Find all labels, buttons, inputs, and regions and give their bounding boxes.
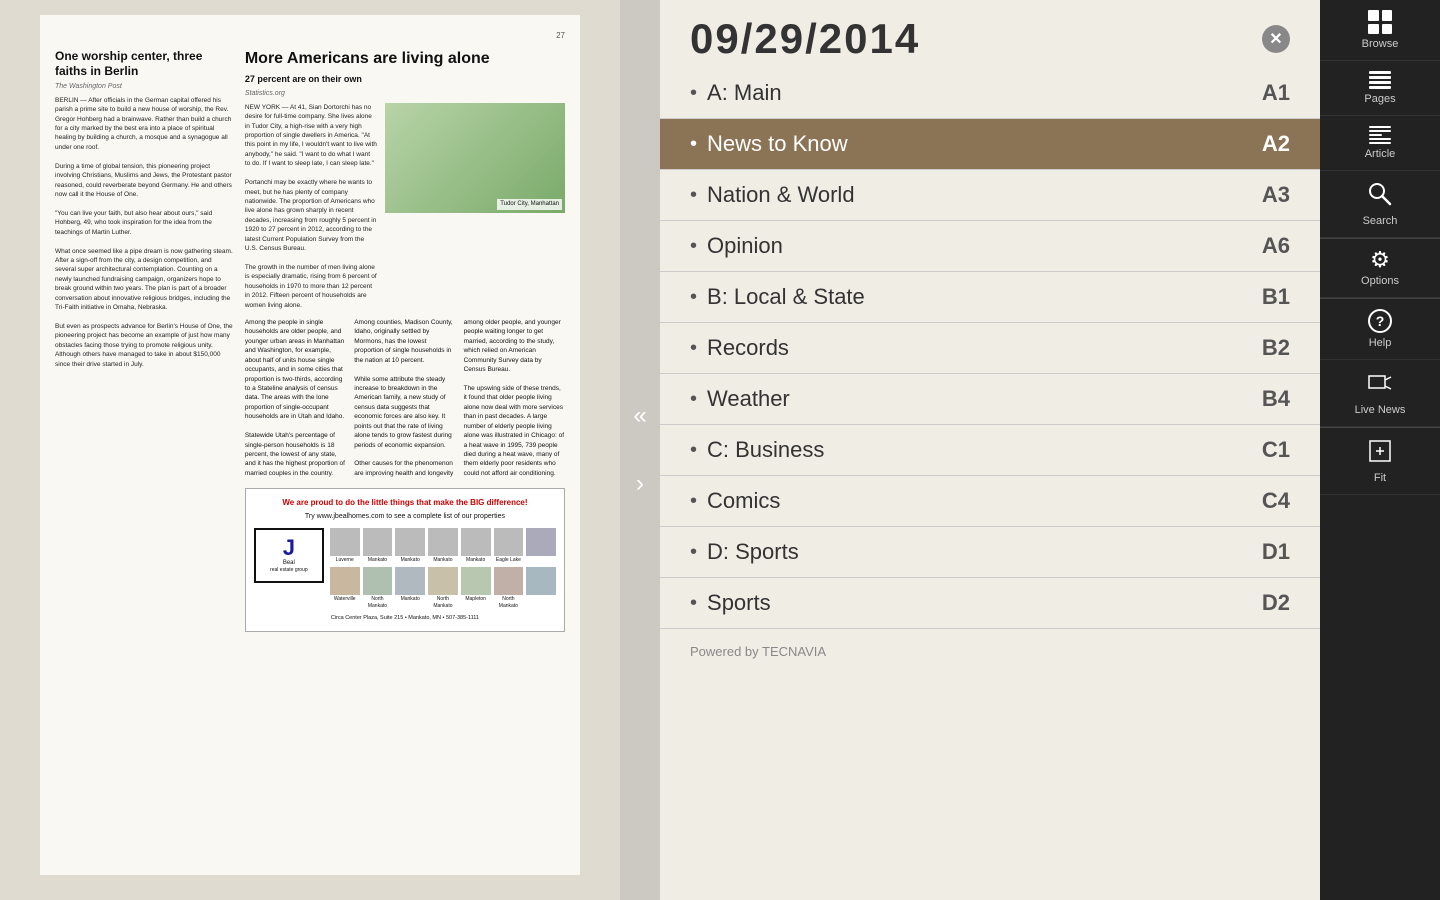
right-article-stat: 27 percent are on their own: [245, 73, 565, 86]
section-item-news-to-know[interactable]: • News to Know A2: [660, 119, 1320, 170]
section-item-b--local---state[interactable]: • B: Local & State B1: [660, 272, 1320, 323]
fit-icon: [1367, 438, 1393, 468]
section-bullet: •: [690, 286, 697, 309]
section-item-opinion[interactable]: • Opinion A6: [660, 221, 1320, 272]
image-caption: Tudor City, Manhattan: [497, 199, 562, 209]
sections-panel: « › 09/29/2014 ✕ • A: Main A1 • News to …: [620, 0, 1320, 900]
section-page: D2: [1262, 590, 1290, 616]
date-header: 09/29/2014 ✕: [660, 0, 1320, 68]
left-article-body: BERLIN — After officials in the German c…: [55, 96, 233, 369]
options-label: Options: [1361, 275, 1399, 287]
right-toolbar: Browse Pages: [1320, 0, 1440, 900]
browse-icon: [1368, 10, 1392, 34]
section-bullet: •: [690, 133, 697, 156]
section-page: A1: [1262, 80, 1290, 106]
article-icon: [1369, 126, 1391, 144]
section-name: A: Main: [707, 80, 782, 106]
newspaper-panel: 27 One worship center, three faiths in B…: [0, 0, 620, 900]
search-icon: [1367, 181, 1393, 211]
live-news-button[interactable]: Live News: [1320, 360, 1440, 427]
sections-list: • A: Main A1 • News to Know A2 • Nation …: [660, 68, 1320, 629]
newspaper-page: 27 One worship center, three faiths in B…: [40, 15, 580, 875]
section-name: Opinion: [707, 233, 783, 259]
right-article-body-cols: Among the people in single households ar…: [245, 318, 565, 478]
section-item-comics[interactable]: • Comics C4: [660, 476, 1320, 527]
live-news-label: Live News: [1355, 404, 1406, 416]
section-bullet: •: [690, 235, 697, 258]
options-icon: ⚙: [1370, 249, 1390, 271]
browse-button[interactable]: Browse: [1320, 0, 1440, 61]
right-article-body-left: NEW YORK — At 41, Sian Dortorchi has no …: [245, 103, 377, 310]
section-bullet: •: [690, 388, 697, 411]
section-bullet: •: [690, 82, 697, 105]
section-name: C: Business: [707, 437, 824, 463]
pages-icon: [1369, 71, 1391, 89]
right-article-source: Statistics.org: [245, 89, 565, 99]
section-name: Records: [707, 335, 789, 361]
left-article: One worship center, three faiths in Berl…: [55, 49, 233, 632]
section-item-nation---world[interactable]: • Nation & World A3: [660, 170, 1320, 221]
article-label: Article: [1365, 148, 1396, 160]
ad-footer: Circa Center Plaza, Suite 215 • Mankato,…: [254, 615, 556, 623]
live-news-icon: [1367, 370, 1393, 400]
right-article-title: More Americans are living alone: [245, 49, 565, 68]
double-left-chevron[interactable]: «: [633, 402, 646, 430]
options-button[interactable]: ⚙ Options: [1320, 239, 1440, 298]
pages-label: Pages: [1364, 93, 1395, 105]
article-image: Tudor City, Manhattan: [385, 103, 565, 213]
section-item-sports[interactable]: • Sports D2: [660, 578, 1320, 629]
section-name: D: Sports: [707, 539, 799, 565]
section-name: B: Local & State: [707, 284, 865, 310]
section-item-d--sports[interactable]: • D: Sports D1: [660, 527, 1320, 578]
single-left-chevron[interactable]: ›: [636, 470, 644, 498]
section-bullet: •: [690, 541, 697, 564]
help-icon: ?: [1368, 309, 1392, 333]
section-page: B2: [1262, 335, 1290, 361]
page-number: 27: [55, 30, 565, 41]
section-item-a--main[interactable]: • A: Main A1: [660, 68, 1320, 119]
section-name: Sports: [707, 590, 771, 616]
left-article-source: The Washington Post: [55, 82, 233, 92]
advertisement: We are proud to do the little things tha…: [245, 488, 565, 632]
property-grid: Luverne Mankato Mankato Mankato Mankato …: [330, 528, 556, 610]
section-name: Nation & World: [707, 182, 855, 208]
left-article-title: One worship center, three faiths in Berl…: [55, 49, 233, 78]
browse-label: Browse: [1362, 38, 1399, 50]
section-bullet: •: [690, 184, 697, 207]
section-bullet: •: [690, 439, 697, 462]
help-label: Help: [1369, 337, 1392, 349]
article-button[interactable]: Article: [1320, 116, 1440, 171]
section-bullet: •: [690, 490, 697, 513]
section-page: C4: [1262, 488, 1290, 514]
powered-by: Powered by TECNAVIA: [660, 629, 1320, 674]
section-page: B4: [1262, 386, 1290, 412]
section-page: C1: [1262, 437, 1290, 463]
search-label: Search: [1363, 215, 1398, 227]
help-button[interactable]: ? Help: [1320, 299, 1440, 360]
right-article: More Americans are living alone 27 perce…: [245, 49, 565, 632]
jbeal-logo: J Beal real estate group: [254, 528, 324, 583]
section-page: D1: [1262, 539, 1290, 565]
issue-date: 09/29/2014: [690, 15, 920, 63]
sections-nav-left[interactable]: « ›: [620, 0, 660, 900]
ad-sub: Try www.jbealhomes.com to see a complete…: [254, 512, 556, 522]
ad-headline: We are proud to do the little things tha…: [254, 497, 556, 508]
section-page: A6: [1262, 233, 1290, 259]
search-button[interactable]: Search: [1320, 171, 1440, 238]
section-name: Comics: [707, 488, 780, 514]
pages-button[interactable]: Pages: [1320, 61, 1440, 116]
fit-button[interactable]: Fit: [1320, 428, 1440, 495]
section-bullet: •: [690, 592, 697, 615]
fit-label: Fit: [1374, 472, 1386, 484]
section-name: News to Know: [707, 131, 848, 157]
section-page: B1: [1262, 284, 1290, 310]
section-page: A3: [1262, 182, 1290, 208]
section-bullet: •: [690, 337, 697, 360]
close-button[interactable]: ✕: [1262, 25, 1290, 53]
section-item-records[interactable]: • Records B2: [660, 323, 1320, 374]
section-item-c--business[interactable]: • C: Business C1: [660, 425, 1320, 476]
section-item-weather[interactable]: • Weather B4: [660, 374, 1320, 425]
section-name: Weather: [707, 386, 790, 412]
section-page: A2: [1262, 131, 1290, 157]
